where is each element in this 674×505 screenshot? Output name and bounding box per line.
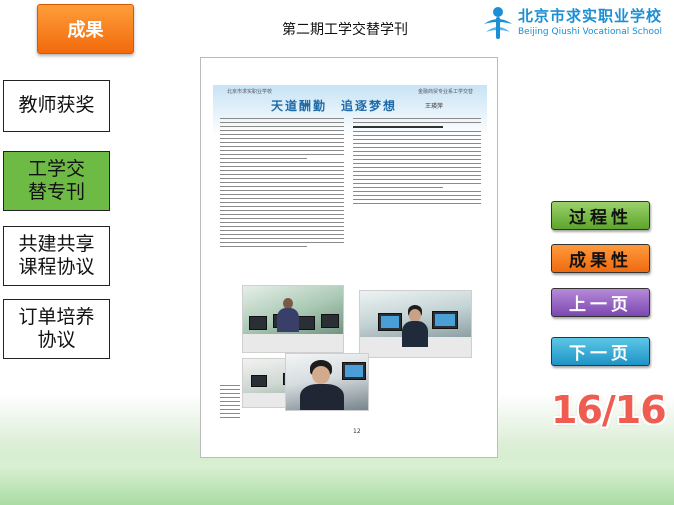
page-content: 北京市求实职业学校 金融商贸专业系工学交替 天道酬勤 追逐梦想 王瑛萍 12 (213, 85, 487, 450)
page-header-left: 北京市求实职业学校 (227, 89, 273, 95)
result-button[interactable]: 成果性 (551, 244, 650, 273)
classroom-photo (242, 285, 344, 353)
next-page-button[interactable]: 下一页 (551, 337, 650, 366)
qiushi-logo-icon (484, 7, 512, 39)
student-phone-photo (285, 353, 369, 411)
article-title: 天道酬勤 追逐梦想 (271, 99, 398, 113)
sidebar-item-label: 共建共享课程协议 (18, 232, 95, 278)
sidebar-item-work-study-journal[interactable]: 工学交替专刊 (3, 151, 110, 211)
logo-english: Beijing Qiushi Vocational School (518, 27, 662, 37)
article-author: 王瑛萍 (425, 103, 444, 110)
text-column-right (353, 118, 481, 207)
text-column-bottom-left (220, 385, 240, 421)
sidebar-item-course-agreement[interactable]: 共建共享课程协议 (3, 226, 110, 286)
page-header-right: 金融商贸专业系工学交替 (417, 89, 473, 95)
sidebar-item-label: 订单培养协议 (18, 305, 95, 351)
school-logo: 北京市求实职业学校 Beijing Qiushi Vocational Scho… (480, 4, 670, 44)
section-tab: 成果 (37, 4, 134, 54)
text-column-left (220, 118, 344, 250)
page-number: 12 (353, 428, 361, 435)
logo-name: 北京市求实职业学校 (518, 7, 663, 25)
page-header: 北京市求实职业学校 金融商贸专业系工学交替 (213, 88, 487, 95)
previous-page-button[interactable]: 上一页 (551, 288, 650, 317)
sidebar-item-teacher-awards[interactable]: 教师获奖 (3, 80, 110, 132)
document-title: 第二期工学交替学刊 (282, 22, 408, 38)
office-photo (359, 290, 472, 358)
page-counter: 16/16 (551, 388, 667, 432)
sidebar-item-label: 工学交替专刊 (27, 157, 85, 203)
magazine-page: 北京市求实职业学校 金融商贸专业系工学交替 天道酬勤 追逐梦想 王瑛萍 12 (200, 57, 498, 458)
process-button[interactable]: 过程性 (551, 201, 650, 230)
sidebar-item-order-training[interactable]: 订单培养协议 (3, 299, 110, 359)
